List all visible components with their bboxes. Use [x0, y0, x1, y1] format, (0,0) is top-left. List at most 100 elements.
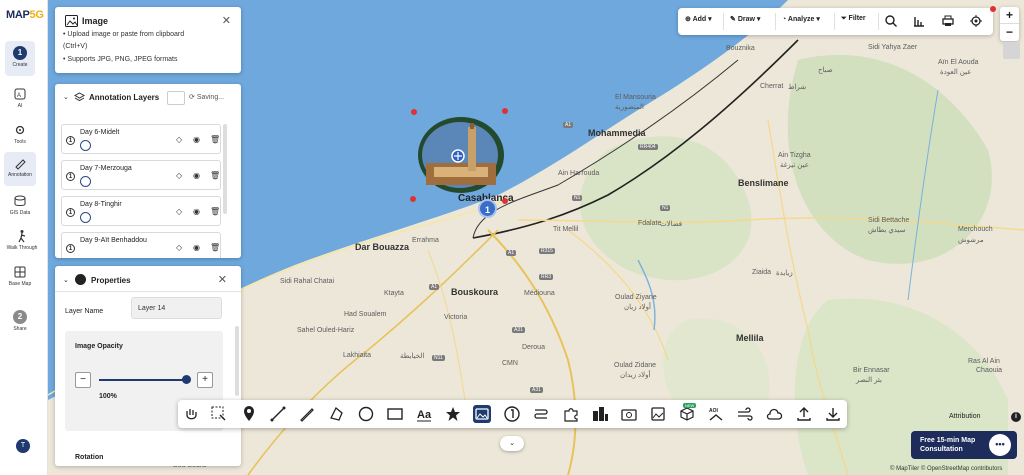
select-area-icon[interactable] — [210, 405, 228, 423]
svg-text:AOI: AOI — [709, 408, 719, 414]
rail-item-create[interactable]: 1 Create — [5, 41, 35, 76]
map-label-sidi-bettache: Sidi Bettache — [868, 217, 910, 224]
trash-icon[interactable]: 🗑 — [210, 243, 220, 252]
panel-title: Image — [82, 16, 109, 26]
close-icon[interactable]: ✕ — [222, 14, 231, 27]
circle-tool-icon[interactable] — [357, 405, 375, 423]
layer-name: Day 7-Merzouga — [80, 165, 132, 172]
selection-handle[interactable] — [502, 198, 508, 204]
layer-style-swatch — [80, 140, 91, 151]
attribution-label[interactable]: Attribution — [949, 413, 981, 420]
opacity-decrease-button[interactable]: − — [75, 372, 91, 388]
folder-button[interactable] — [167, 91, 185, 105]
upload-icon[interactable] — [795, 405, 813, 423]
camera-icon[interactable] — [620, 405, 638, 423]
info-line: (Ctrl+V) — [63, 43, 88, 50]
rail-item-gis-data[interactable]: GIS Data — [5, 190, 35, 222]
route-icon[interactable] — [532, 405, 550, 423]
filter-button[interactable]: ⏷ Filter — [841, 15, 866, 23]
eye-icon[interactable]: ◉ — [193, 243, 200, 252]
opacity-slider-handle[interactable] — [182, 375, 191, 384]
toolbar-collapse-button[interactable]: ⌄ — [500, 436, 524, 451]
rail-item-base-map[interactable]: Base Map — [5, 261, 35, 293]
diamond-icon[interactable]: ◇ — [176, 135, 182, 144]
rectangle-tool-icon[interactable] — [386, 405, 404, 423]
puzzle-icon[interactable] — [562, 405, 580, 423]
rail-label-base-map: Base Map — [8, 281, 32, 287]
add-button[interactable]: ⊕ Add ▾ — [685, 15, 712, 23]
map-control-placeholder[interactable] — [1003, 42, 1020, 59]
eye-icon[interactable]: ◉ — [193, 207, 200, 216]
freehand-icon[interactable] — [298, 405, 316, 423]
draw-button[interactable]: ✎ Draw ▾ — [730, 15, 760, 23]
image-tool-icon[interactable] — [473, 405, 491, 423]
diamond-icon[interactable]: ◇ — [176, 243, 182, 252]
download-icon[interactable] — [824, 405, 842, 423]
user-avatar[interactable]: T — [16, 439, 30, 453]
diamond-icon[interactable]: ◇ — [176, 207, 182, 216]
zoom-in-button[interactable]: + — [1000, 7, 1019, 23]
layer-row[interactable]: 1 Day 7-Merzouga ◇ ◉ 🗑 — [61, 160, 221, 190]
opacity-increase-button[interactable]: + — [197, 372, 213, 388]
rail-label-ai: AI — [17, 103, 23, 109]
print-icon[interactable] — [941, 14, 955, 28]
layer-row[interactable]: 1 Day 9-Aït Benhaddou ◇ ◉ 🗑 — [61, 232, 221, 258]
chevron-down-icon[interactable]: ⌄ — [63, 276, 69, 284]
layers-scrollbar[interactable] — [223, 124, 227, 214]
trash-icon[interactable]: 🗑 — [210, 135, 220, 144]
layer-name-label: Layer Name — [65, 308, 104, 315]
map-label-el-mansouria: El Mansouria — [615, 94, 656, 101]
consultation-banner[interactable]: Free 15-min Map Consultation ••• — [911, 431, 1017, 459]
star-icon[interactable] — [444, 405, 462, 423]
bar-chart-icon[interactable] — [912, 14, 926, 28]
map-cluster-marker[interactable]: 1 — [478, 199, 497, 218]
wind-icon[interactable] — [736, 405, 754, 423]
zoom-controls: + − — [1000, 7, 1019, 41]
opacity-slider-track[interactable] — [99, 379, 187, 381]
numbered-marker-icon[interactable] — [503, 405, 521, 423]
info-icon[interactable]: i — [1011, 412, 1021, 422]
eye-icon[interactable]: ◉ — [193, 135, 200, 144]
map-copyright: © MapTiler © OpenStreetMap contributors — [890, 466, 1003, 472]
properties-scrollbar[interactable] — [235, 326, 239, 396]
road-badge: N11 — [432, 355, 445, 361]
image-annotation-marker[interactable] — [416, 115, 506, 197]
polygon-icon[interactable] — [327, 405, 345, 423]
rail-item-ai[interactable]: A AI — [5, 83, 35, 115]
diamond-icon[interactable]: ◇ — [176, 171, 182, 180]
locate-icon[interactable] — [969, 14, 983, 28]
map-label-ktayta: Ktayta — [384, 290, 404, 297]
map-label-ziaida-ar: زيايدة — [776, 270, 793, 277]
rail-item-tools[interactable]: Tools — [5, 119, 35, 151]
buildings-icon[interactable] — [591, 405, 609, 423]
search-icon[interactable] — [884, 14, 898, 28]
map-label-ras-al-ain: Ras Al Ain — [968, 358, 1000, 365]
ai-area-icon[interactable]: AOI — [707, 405, 725, 423]
pen-icon — [15, 159, 26, 170]
rail-item-walk-through[interactable]: Walk Through — [2, 225, 42, 257]
trash-icon[interactable]: 🗑 — [210, 171, 220, 180]
close-icon[interactable]: ✕ — [218, 273, 227, 286]
chevron-down-icon[interactable]: ⌄ — [63, 93, 69, 101]
gallery-icon[interactable] — [649, 405, 667, 423]
rail-item-annotation[interactable]: Annotation — [4, 152, 36, 186]
eye-icon[interactable]: ◉ — [193, 171, 200, 180]
map-label-ain-el-aouda: Aïn El Aouda — [938, 59, 979, 66]
layer-row[interactable]: 1 Day 6-Midelt ◇ ◉ 🗑 — [61, 124, 221, 154]
chat-icon[interactable]: ••• — [989, 434, 1011, 456]
zoom-out-button[interactable]: − — [1000, 24, 1019, 40]
hand-pan-icon[interactable] — [182, 405, 200, 423]
rail-label-walk-through: Walk Through — [6, 245, 38, 251]
trash-icon[interactable]: 🗑 — [210, 207, 220, 216]
image-info-panel: Image ✕ • Upload image or paste from cli… — [55, 7, 241, 73]
selection-handle[interactable] — [502, 108, 508, 114]
rail-label-share: Share — [13, 326, 27, 332]
analyze-button[interactable]: ◔ Analyze ▾ — [782, 15, 820, 23]
map-pin-icon[interactable] — [240, 405, 258, 423]
weather-icon[interactable] — [765, 405, 783, 423]
layer-row[interactable]: 1 Day 8-Tinghir ◇ ◉ 🗑 — [61, 196, 221, 226]
rail-item-share[interactable]: 2 Share — [5, 305, 35, 335]
line-tool-icon[interactable] — [269, 405, 287, 423]
layer-name-input[interactable]: Layer 14 — [131, 297, 222, 319]
text-tool-icon[interactable]: Aa — [415, 405, 433, 423]
